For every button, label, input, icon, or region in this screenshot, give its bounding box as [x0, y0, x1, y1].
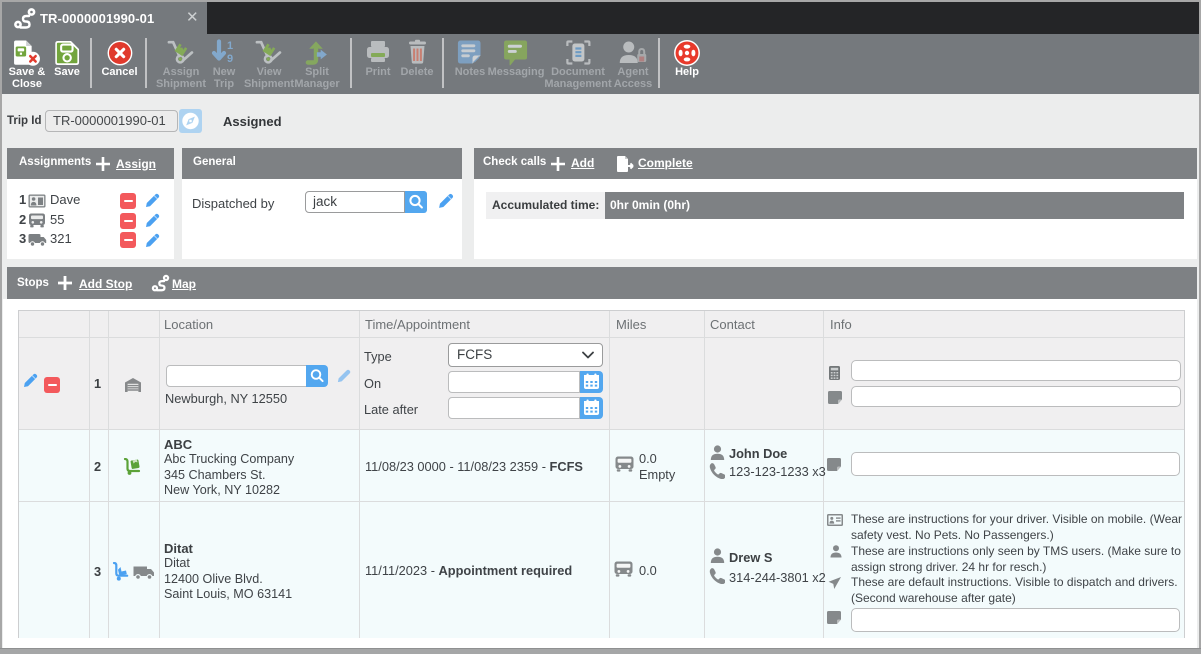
svg-text:1: 1 [227, 40, 233, 52]
svg-text:9: 9 [227, 53, 233, 65]
